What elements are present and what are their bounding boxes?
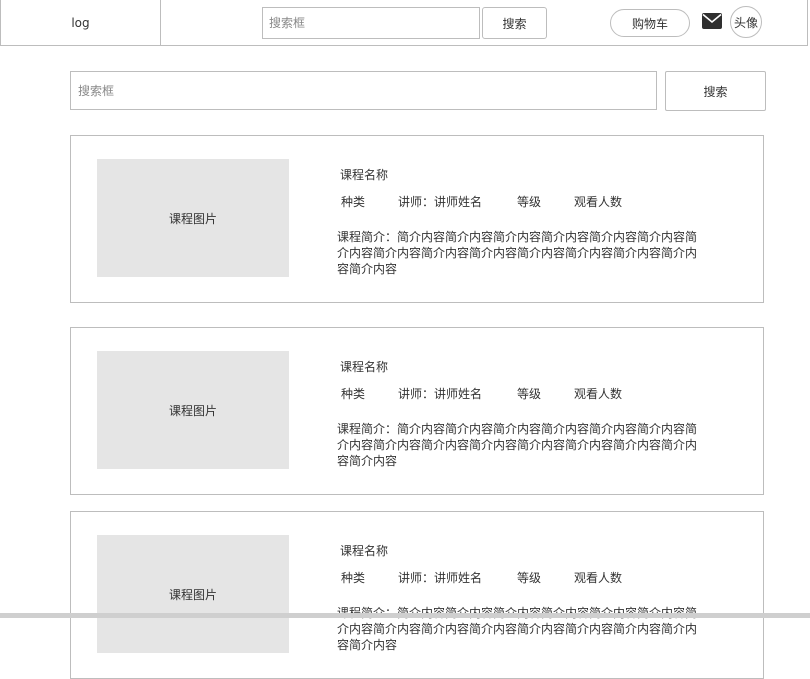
cart-button[interactable]: 购物车 bbox=[610, 9, 690, 37]
header-search-input[interactable] bbox=[262, 7, 480, 39]
course-name[interactable]: 课程名称 bbox=[340, 542, 388, 559]
header-search-button[interactable]: 搜索 bbox=[482, 7, 547, 39]
avatar[interactable]: 头像 bbox=[730, 6, 762, 38]
top-navigation-bar: log 搜索 购物车 头像 bbox=[0, 0, 808, 46]
course-image[interactable]: 课程图片 bbox=[97, 351, 289, 469]
course-card[interactable]: 课程图片 课程名称 种类 讲师：讲师姓名 等级 观看人数 课程简介：简介内容简介… bbox=[70, 511, 764, 679]
course-image[interactable]: 课程图片 bbox=[97, 535, 289, 653]
course-image[interactable]: 课程图片 bbox=[97, 159, 289, 277]
course-name[interactable]: 课程名称 bbox=[340, 358, 388, 375]
course-views: 观看人数 bbox=[574, 387, 623, 401]
course-description: 课程简介：简介内容简介内容简介内容简介内容简介内容简介内容简介内容简介内容简介内… bbox=[337, 422, 698, 468]
course-level: 等级 bbox=[517, 387, 542, 401]
course-views: 观看人数 bbox=[574, 571, 623, 585]
horizontal-scrollbar[interactable] bbox=[0, 613, 810, 618]
course-level: 等级 bbox=[517, 195, 542, 209]
course-card[interactable]: 课程图片 课程名称 种类 讲师：讲师姓名 等级 观看人数 课程简介：简介内容简介… bbox=[70, 135, 764, 303]
course-type: 种类 bbox=[341, 571, 366, 585]
mail-icon[interactable] bbox=[702, 13, 722, 29]
course-description: 课程简介：简介内容简介内容简介内容简介内容简介内容简介内容简介内容简介内容简介内… bbox=[337, 230, 698, 276]
course-views: 观看人数 bbox=[574, 195, 623, 209]
course-teacher: 讲师：讲师姓名 bbox=[398, 571, 483, 585]
course-level: 等级 bbox=[517, 571, 542, 585]
course-card[interactable]: 课程图片 课程名称 种类 讲师：讲师姓名 等级 观看人数 课程简介：简介内容简介… bbox=[70, 327, 764, 495]
course-teacher: 讲师：讲师姓名 bbox=[398, 387, 483, 401]
course-teacher: 讲师：讲师姓名 bbox=[398, 195, 483, 209]
search-input[interactable] bbox=[70, 71, 657, 110]
logo[interactable]: log bbox=[1, 0, 161, 45]
course-type: 种类 bbox=[341, 387, 366, 401]
course-name[interactable]: 课程名称 bbox=[340, 166, 388, 183]
course-type: 种类 bbox=[341, 195, 366, 209]
search-button[interactable]: 搜索 bbox=[665, 71, 766, 111]
